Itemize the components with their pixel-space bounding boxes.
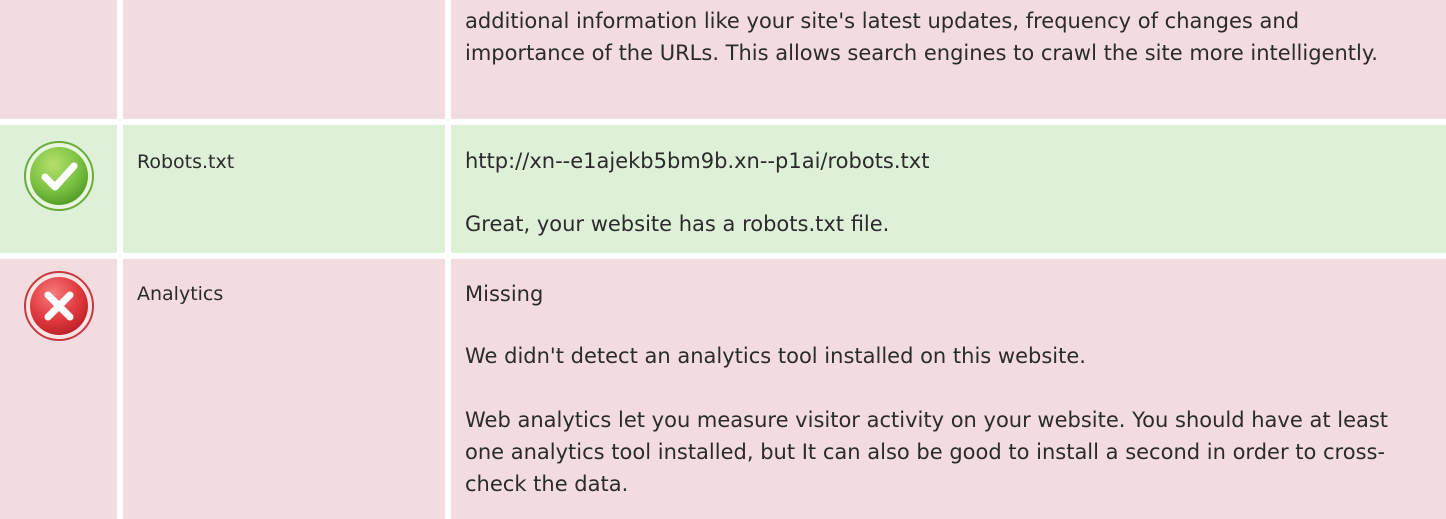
status-icon-cell <box>0 125 117 253</box>
check-advice-text: Web analytics let you measure visitor ac… <box>465 408 1389 496</box>
status-icon-cell <box>0 259 117 519</box>
status-icon-cell <box>0 0 117 119</box>
robots-url-text: http://xn--e1ajekb5bm9b.xn--p1ai/robots.… <box>465 149 930 173</box>
check-label: Robots.txt <box>137 151 235 173</box>
check-circle-icon <box>24 141 94 211</box>
check-detail-text: We didn't detect an analytics tool insta… <box>465 344 1086 368</box>
x-circle-icon <box>24 271 94 341</box>
check-label: Analytics <box>137 283 224 305</box>
seo-report-table: additional information like your site's … <box>0 0 1446 519</box>
check-label-cell: Robots.txt <box>123 125 445 253</box>
check-label-cell: Analytics <box>123 259 445 519</box>
report-row-robots: Robots.txt http://xn--e1ajekb5bm9b.xn--p… <box>0 125 1446 253</box>
check-detail-text: additional information like your site's … <box>465 9 1378 65</box>
check-label-cell <box>123 0 445 119</box>
check-status-text: Missing <box>465 282 544 306</box>
report-row-analytics: Analytics Missing We didn't detect an an… <box>0 259 1446 519</box>
check-detail-cell: additional information like your site's … <box>451 0 1446 119</box>
check-detail-text: Great, your website has a robots.txt fil… <box>465 212 890 236</box>
check-detail-cell: Missing We didn't detect an analytics to… <box>451 259 1446 519</box>
check-detail-cell: http://xn--e1ajekb5bm9b.xn--p1ai/robots.… <box>451 125 1446 253</box>
report-row-sitemap: additional information like your site's … <box>0 0 1446 119</box>
